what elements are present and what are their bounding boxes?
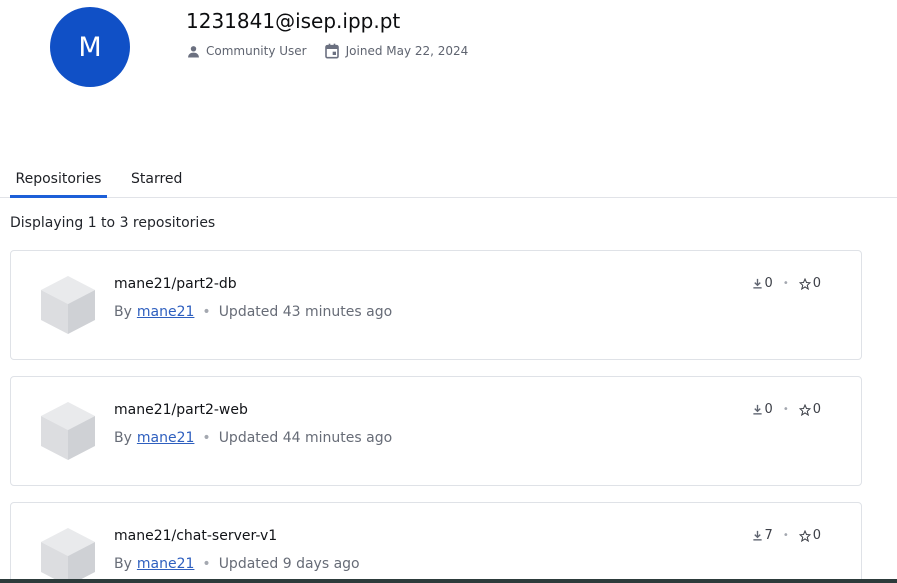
updated-time: Updated 43 minutes ago: [218, 304, 393, 320]
downloads-count: 0: [764, 402, 773, 417]
star-icon: [798, 529, 811, 542]
owner-link[interactable]: mane21: [137, 304, 195, 320]
owner-link[interactable]: mane21: [137, 556, 195, 572]
updated-time: Updated 44 minutes ago: [218, 430, 393, 446]
download-icon: [752, 278, 762, 289]
stars-count: 0: [812, 276, 821, 291]
owner-link[interactable]: mane21: [137, 430, 195, 446]
download-icon: [752, 404, 762, 415]
repo-stats: 0 • 0: [752, 402, 821, 417]
stars-count: 0: [812, 402, 821, 417]
profile-tabs: Repositories Starred: [0, 163, 897, 198]
downloads-stat: 0: [752, 402, 773, 417]
tab-starred[interactable]: Starred: [131, 171, 182, 187]
stars-stat: 0: [798, 528, 821, 543]
separator-dot: •: [782, 404, 789, 415]
repo-card[interactable]: mane21/part2-web By mane21 • Updated 44 …: [10, 376, 862, 486]
repository-cube-icon: [41, 276, 95, 334]
separator-dot: •: [202, 556, 211, 572]
role-info: Community User: [187, 44, 307, 58]
stars-count: 0: [812, 528, 821, 543]
repo-name[interactable]: mane21/chat-server-v1: [114, 528, 277, 544]
separator-dot: •: [782, 530, 789, 541]
stars-stat: 0: [798, 402, 821, 417]
downloads-count: 7: [764, 528, 773, 543]
by-label: By: [114, 430, 132, 446]
downloads-stat: 0: [752, 276, 773, 291]
separator-dot: •: [202, 430, 211, 446]
downloads-count: 0: [764, 276, 773, 291]
stars-stat: 0: [798, 276, 821, 291]
avatar: M: [50, 7, 130, 87]
bottom-divider: [0, 579, 897, 583]
download-icon: [752, 530, 762, 541]
repo-card[interactable]: mane21/chat-server-v1 By mane21 • Update…: [10, 502, 862, 583]
separator-dot: •: [782, 278, 789, 289]
calendar-icon: [324, 43, 339, 59]
repo-name[interactable]: mane21/part2-db: [114, 276, 237, 292]
downloads-stat: 7: [752, 528, 773, 543]
profile-name: 1231841@isep.ipp.pt: [186, 9, 401, 33]
updated-time: Updated 9 days ago: [218, 556, 360, 572]
star-icon: [798, 277, 811, 290]
by-label: By: [114, 304, 132, 320]
repo-meta: By mane21 • Updated 44 minutes ago: [114, 430, 392, 446]
repo-name[interactable]: mane21/part2-web: [114, 402, 248, 418]
repo-count: Displaying 1 to 3 repositories: [10, 215, 216, 231]
separator-dot: •: [202, 304, 211, 320]
joined-info: Joined May 22, 2024: [324, 43, 469, 59]
repo-stats: 0 • 0: [752, 276, 821, 291]
profile-meta: Community User Joined May 22, 2024: [187, 43, 485, 59]
repository-cube-icon: [41, 528, 95, 583]
repo-meta: By mane21 • Updated 43 minutes ago: [114, 304, 392, 320]
repository-cube-icon: [41, 402, 95, 460]
repo-stats: 7 • 0: [752, 528, 821, 543]
repo-meta: By mane21 • Updated 9 days ago: [114, 556, 360, 572]
tab-repositories[interactable]: Repositories: [10, 171, 107, 198]
star-icon: [798, 403, 811, 416]
joined-label: Joined May 22, 2024: [345, 44, 469, 58]
repo-card[interactable]: mane21/part2-db By mane21 • Updated 43 m…: [10, 250, 862, 360]
person-icon: [188, 45, 199, 57]
by-label: By: [114, 556, 132, 572]
role-label: Community User: [206, 44, 307, 58]
